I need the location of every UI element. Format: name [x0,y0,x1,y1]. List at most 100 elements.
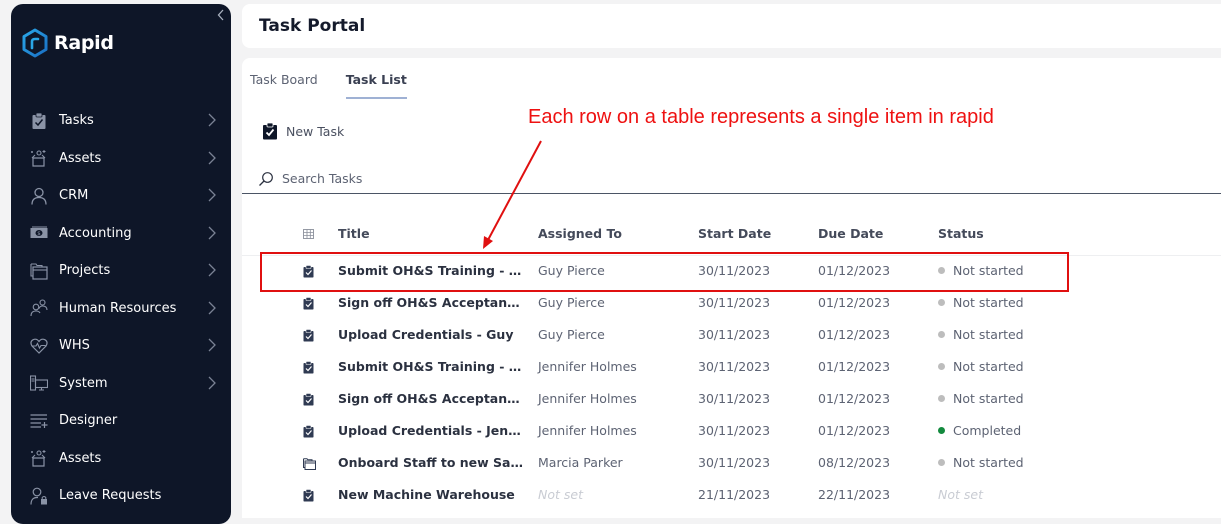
sidebar-item-system[interactable]: System [11,365,231,403]
heartbeat-icon [30,337,48,355]
sidebar-item-label: System [59,375,108,391]
grid-icon [303,229,314,239]
status-cell: Not started [938,391,1024,406]
chevron-right-icon [208,338,216,352]
search-icon [259,171,273,186]
sidebar-item-label: Leave Requests [59,488,162,504]
page-header: Task Portal [242,4,1221,48]
task-clipboard-icon [303,295,314,314]
chevron-right-icon [208,301,216,314]
status-dot-icon [938,459,945,466]
due-date-cell: 22/11/2023 [818,487,891,502]
annotation-callout: Each row on a table represents a single … [528,106,994,128]
brand-name: Rapid [54,32,114,54]
sidebar-item-label: WHS [59,338,90,354]
table-row[interactable]: Upload Credentials - Guy Guy Pierce 30/11/… [242,320,1221,352]
sidebar-item-label: Assets [59,150,102,166]
task-table: Title Assigned To Start Date Due Date St… [242,218,1221,512]
title-cell[interactable]: Upload Credentials - Jenn... [338,423,523,438]
status-dot-icon [938,427,945,434]
sidebar-item-assets[interactable]: Assets [11,140,231,178]
column-header-status[interactable]: Status [938,226,984,241]
page-title: Task Portal [259,16,366,36]
title-cell[interactable]: Onboard Staff to new Safe... [338,455,523,470]
status-cell: Not started [938,295,1024,310]
sidebar-item-label: Human Resources [59,300,177,316]
collapse-sidebar-button[interactable] [217,9,225,25]
title-cell[interactable]: New Machine Warehouse [338,487,523,502]
status-dot-icon [938,331,945,338]
title-cell[interactable]: Sign off OH&S Acceptance... [338,391,523,406]
table-row[interactable]: Sign off OH&S Acceptance... Jennifer Holm… [242,384,1221,416]
start-date-cell: 30/11/2023 [698,263,771,278]
table-row[interactable]: Sign off OH&S Acceptance... Guy Pierce 30/… [242,288,1221,320]
table-row[interactable]: Submit OH&S Training - G... Guy Pierce 30/… [242,256,1221,288]
title-cell[interactable]: Submit OH&S Training - G... [338,263,523,278]
due-date-cell: 01/12/2023 [818,263,891,278]
status-dot-icon [938,299,945,306]
chevron-right-icon [208,151,216,164]
sidebar-item-whs[interactable]: WHS [11,327,231,365]
due-date-cell: 01/12/2023 [818,327,891,342]
column-chooser-button[interactable] [303,227,314,242]
assigned-to-cell: Guy Pierce [538,295,605,310]
sidebar-item-projects[interactable]: Projects [11,252,231,290]
svg-text:$: $ [37,231,41,237]
brand-logo[interactable]: Rapid [22,28,114,58]
new-task-button[interactable]: New Task [262,122,344,140]
due-date-cell: 01/12/2023 [818,423,891,438]
status-text: Not started [953,295,1024,310]
table-row[interactable]: Submit OH&S Training - Je... Jennifer Hol… [242,352,1221,384]
chevron-right-icon [208,263,216,277]
column-header-start-date[interactable]: Start Date [698,226,771,241]
sidebar: Rapid Tasks Assets CRM $ Accounting Projects H… [11,4,231,524]
project-folder-icon [303,455,316,474]
sidebar-item-leave-requests[interactable]: Leave Requests [11,477,231,515]
table-row[interactable]: Onboard Staff to new Safe... Marcia Parke… [242,448,1221,480]
sidebar-item-label: Projects [59,263,111,279]
computer-icon [30,374,48,392]
status-dot-icon [938,363,945,370]
sidebar-item-crm[interactable]: CRM [11,177,231,215]
sidebar-item-assets[interactable]: Assets [11,440,231,478]
task-clipboard-icon [303,359,314,378]
due-date-cell: 08/12/2023 [818,455,891,470]
title-cell[interactable]: Submit OH&S Training - Je... [338,359,523,374]
column-header-due-date[interactable]: Due Date [818,226,883,241]
task-clipboard-icon [303,263,314,282]
people-icon [30,299,48,317]
tab-task-list[interactable]: Task List [345,72,407,99]
sidebar-nav: Tasks Assets CRM $ Accounting Projects Human R… [11,102,231,515]
new-task-label: New Task [286,123,345,139]
chevron-left-icon [217,9,224,21]
status-dot-icon [938,267,945,274]
status-text: Not started [953,455,1024,470]
sidebar-item-designer[interactable]: Designer [11,402,231,440]
title-cell[interactable]: Upload Credentials - Guy [338,327,523,342]
column-header-title[interactable]: Title [338,226,370,241]
sidebar-item-tasks[interactable]: Tasks [11,102,231,140]
assigned-to-cell: Guy Pierce [538,263,605,278]
search-input[interactable] [282,171,682,186]
table-header: Title Assigned To Start Date Due Date St… [242,218,1221,256]
table-body: Submit OH&S Training - G... Guy Pierce 30/… [242,256,1221,512]
column-header-assigned-to[interactable]: Assigned To [538,226,622,241]
status-text: Completed [953,423,1022,438]
assigned-to-cell: Marcia Parker [538,455,623,470]
due-date-cell: 01/12/2023 [818,391,891,406]
tab-task-board[interactable]: Task Board [250,72,318,99]
table-row[interactable]: New Machine Warehouse Not set 21/11/2023 22… [242,480,1221,512]
sidebar-item-accounting[interactable]: $ Accounting [11,215,231,253]
sidebar-item-human-resources[interactable]: Human Resources [11,290,231,328]
status-cell: Not started [938,455,1024,470]
table-row[interactable]: Upload Credentials - Jenn... Jennifer Hol… [242,416,1221,448]
person-lock-icon [30,487,48,505]
start-date-cell: 30/11/2023 [698,391,771,406]
status-text: Not started [953,359,1024,374]
chevron-right-icon [208,226,216,239]
person-icon [30,187,48,205]
start-date-cell: 30/11/2023 [698,295,771,310]
assigned-to-cell: Jennifer Holmes [538,423,637,438]
title-cell[interactable]: Sign off OH&S Acceptance... [338,295,523,310]
clipboard-check-icon [30,112,48,130]
